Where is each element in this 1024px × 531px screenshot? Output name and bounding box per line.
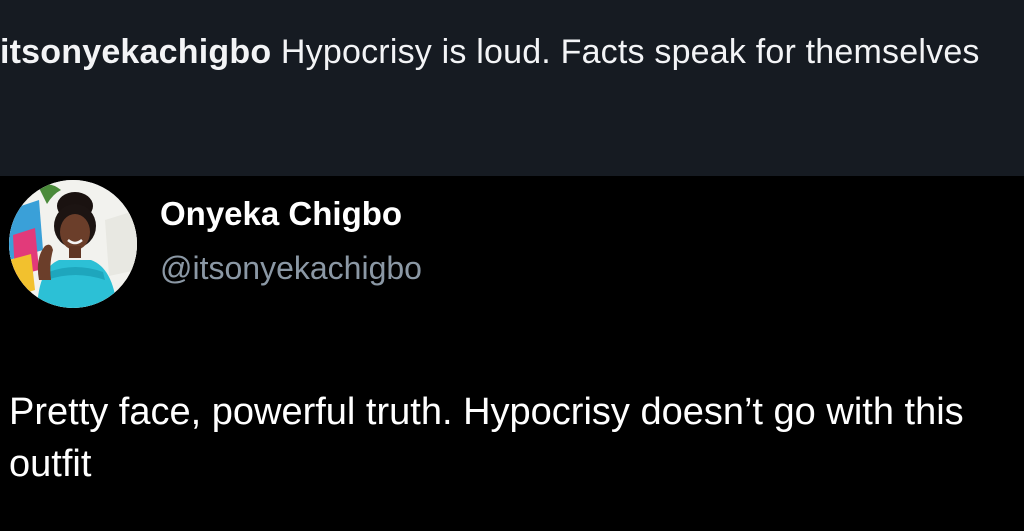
display-name[interactable]: Onyeka Chigbo [160,192,402,236]
caption-body: Hypocrisy is loud. Facts speak for thems… [271,33,980,71]
caption-text: itsonyekachigbo Hypocrisy is loud. Facts… [0,30,1000,74]
avatar[interactable] [9,180,137,308]
user-handle[interactable]: @itsonyekachigbo [160,246,422,290]
caption-username[interactable]: itsonyekachigbo [0,33,271,71]
profile-photo-icon [9,180,137,308]
tweet-text: Pretty face, powerful truth. Hypocrisy d… [9,391,964,485]
post-caption: itsonyekachigbo Hypocrisy is loud. Facts… [0,0,1024,176]
screenshot: itsonyekachigbo Hypocrisy is loud. Facts… [0,0,1024,531]
embedded-tweet[interactable]: Onyeka Chigbo @itsonyekachigbo Pretty fa… [0,176,1024,531]
